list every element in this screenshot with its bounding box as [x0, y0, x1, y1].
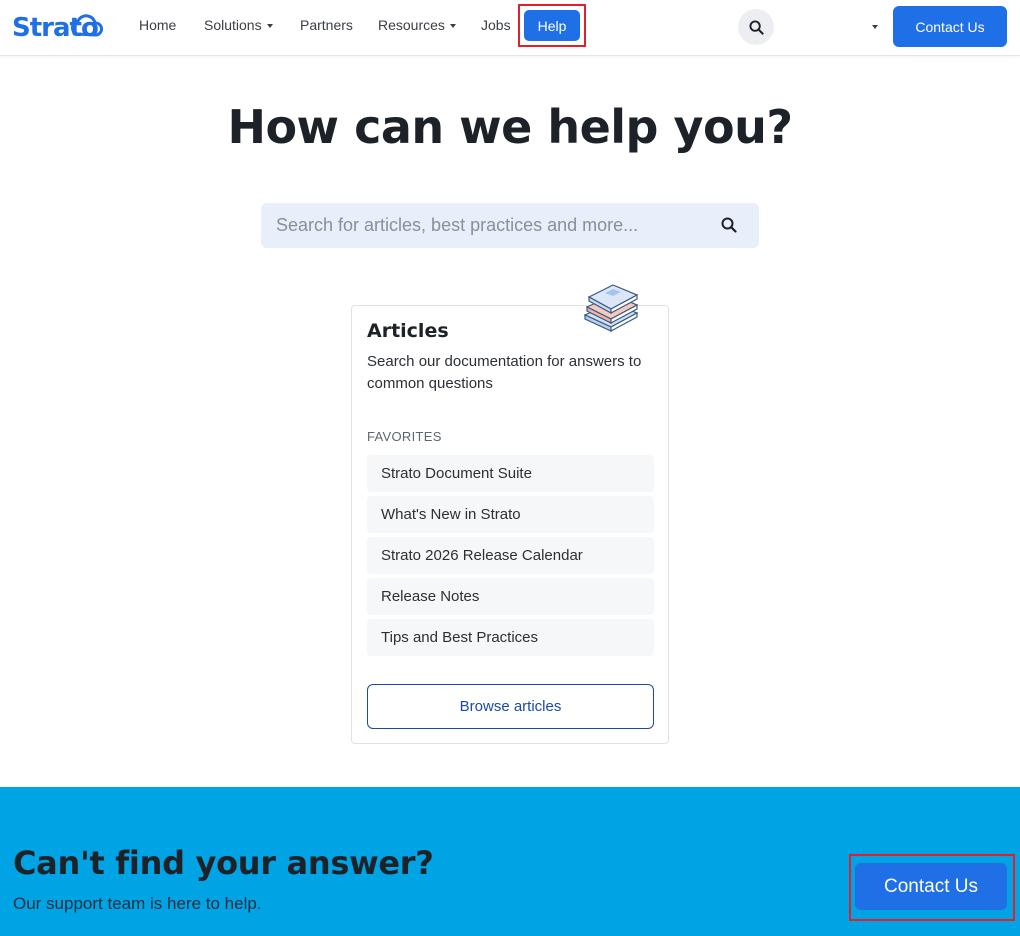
favorite-item-tips[interactable]: Tips and Best Practices — [367, 619, 654, 656]
nav-jobs-label: Jobs — [481, 17, 511, 33]
nav-solutions-label: Solutions — [204, 17, 262, 33]
search-icon — [748, 19, 764, 35]
nav-jobs[interactable]: Jobs — [481, 17, 511, 33]
contact-highlight-frame: Contact Us — [849, 854, 1015, 921]
page-title: How can we help you? — [227, 100, 793, 154]
help-search-input[interactable] — [261, 203, 711, 248]
help-highlight-frame: Help — [518, 4, 586, 47]
language-caret-down-icon[interactable] — [872, 25, 878, 29]
caret-down-icon — [449, 23, 456, 28]
favorite-item-release-calendar[interactable]: Strato 2026 Release Calendar — [367, 537, 654, 574]
top-navbar: Strato Home Solutions Partners Resources… — [0, 0, 1020, 56]
help-search-box — [261, 203, 759, 248]
browse-articles-button[interactable]: Browse articles — [367, 684, 654, 729]
favorites-list: Strato Document Suite What's New in Stra… — [367, 455, 654, 660]
books-icon — [583, 284, 639, 333]
strato-logo[interactable]: Strato — [12, 10, 103, 46]
nav-home-label: Home — [139, 17, 177, 33]
search-icon[interactable] — [721, 217, 737, 233]
caret-down-icon — [266, 23, 273, 28]
nav-solutions[interactable]: Solutions — [204, 17, 273, 33]
nav-partners[interactable]: Partners — [300, 17, 353, 33]
articles-card-description: Search our documentation for answers to … — [367, 353, 642, 392]
support-contact-us-button[interactable]: Contact Us — [855, 863, 1007, 910]
nav-partners-label: Partners — [300, 17, 353, 33]
favorite-item-release-notes[interactable]: Release Notes — [367, 578, 654, 615]
support-band: Can't find your answer? Our support team… — [0, 787, 1020, 936]
cloud-logo-icon — [70, 14, 103, 37]
nav-home[interactable]: Home — [139, 17, 176, 33]
nav-resources-label: Resources — [378, 17, 445, 33]
nav-search-button[interactable] — [738, 9, 774, 45]
articles-card: Articles Search our documentation for an… — [351, 284, 669, 744]
nav-resources[interactable]: Resources — [378, 17, 456, 33]
favorites-label: FAVORITES — [367, 429, 442, 444]
favorite-item-whats-new[interactable]: What's New in Strato — [367, 496, 654, 533]
nav-help-button[interactable]: Help — [524, 10, 580, 41]
nav-contact-us-button[interactable]: Contact Us — [893, 6, 1007, 47]
articles-card-title: Articles — [367, 320, 449, 342]
support-band-subtitle: Our support team is here to help. — [13, 894, 262, 913]
support-band-title: Can't find your answer? — [13, 844, 434, 882]
favorite-item-document-suite[interactable]: Strato Document Suite — [367, 455, 654, 492]
